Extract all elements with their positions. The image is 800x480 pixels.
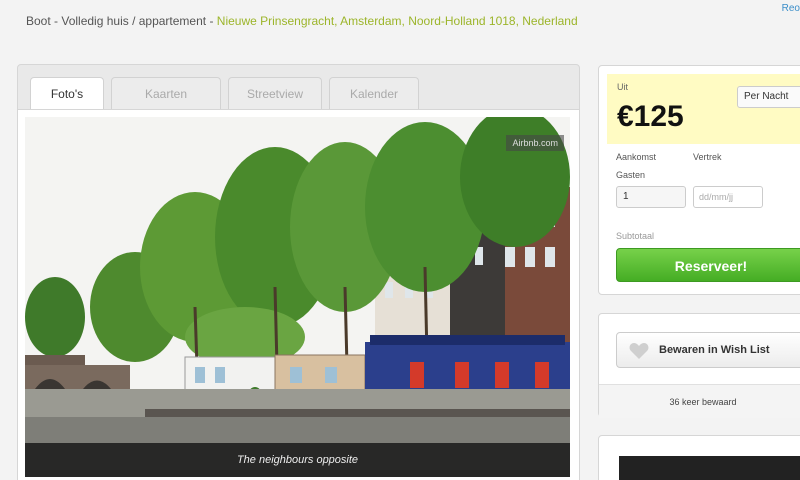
checkout-date-input[interactable]: dd/mm/jj [693, 186, 763, 208]
checkin-label: Aankomst [616, 152, 657, 162]
photo-caption: The neighbours opposite [25, 443, 570, 477]
subtotal-label: Subtotaal [616, 231, 655, 241]
location-link[interactable]: Nieuwe Prinsengracht, Amsterdam, Noord-H… [217, 14, 578, 28]
tab-maps[interactable]: Kaarten [111, 77, 221, 109]
saved-count: 36 keer bewaard [599, 384, 800, 418]
heart-icon [629, 343, 649, 359]
photo-watermark: Airbnb.com [506, 135, 564, 151]
guests-label: Gasten [616, 170, 646, 180]
media-tabs: Foto's Kaarten Streetview Kalender [30, 77, 419, 109]
top-right-link[interactable]: Reo [782, 3, 800, 14]
media-panel: Foto's Kaarten Streetview Kalender Airbn… [17, 64, 580, 480]
bottom-media [619, 456, 800, 480]
photo-frame: Airbnb.com The neighbours opposite [18, 109, 579, 480]
listing-subtitle: Boot - Volledig huis / appartement - Nie… [26, 9, 586, 33]
tab-streetview[interactable]: Streetview [228, 77, 322, 109]
save-to-wishlist-button[interactable]: Bewaren in Wish List [616, 332, 800, 368]
wishlist-button-label: Bewaren in Wish List [659, 344, 770, 356]
bottom-panel [598, 435, 800, 480]
tab-photos[interactable]: Foto's [30, 77, 104, 109]
wishlist-panel: Bewaren in Wish List 36 keer bewaard [598, 313, 800, 418]
listing-type: Boot - Volledig huis / appartement - [26, 14, 217, 28]
reserve-button[interactable]: Reserveer! [616, 248, 800, 282]
canal-houseboats-image [25, 117, 570, 477]
checkout-label: Vertrek [693, 152, 722, 162]
price-from-label: Uit [617, 82, 628, 92]
nightly-price: €125 [617, 100, 684, 133]
price-band: Uit €125 Per Nacht [607, 74, 800, 144]
listing-photo[interactable]: Airbnb.com The neighbours opposite [25, 117, 570, 477]
tab-calendar[interactable]: Kalender [329, 77, 419, 109]
period-select[interactable]: Per Nacht [737, 86, 800, 108]
booking-panel: Uit €125 Per Nacht Aankomst Vertrek Gast… [598, 65, 800, 295]
guests-select[interactable]: 1 [616, 186, 686, 208]
